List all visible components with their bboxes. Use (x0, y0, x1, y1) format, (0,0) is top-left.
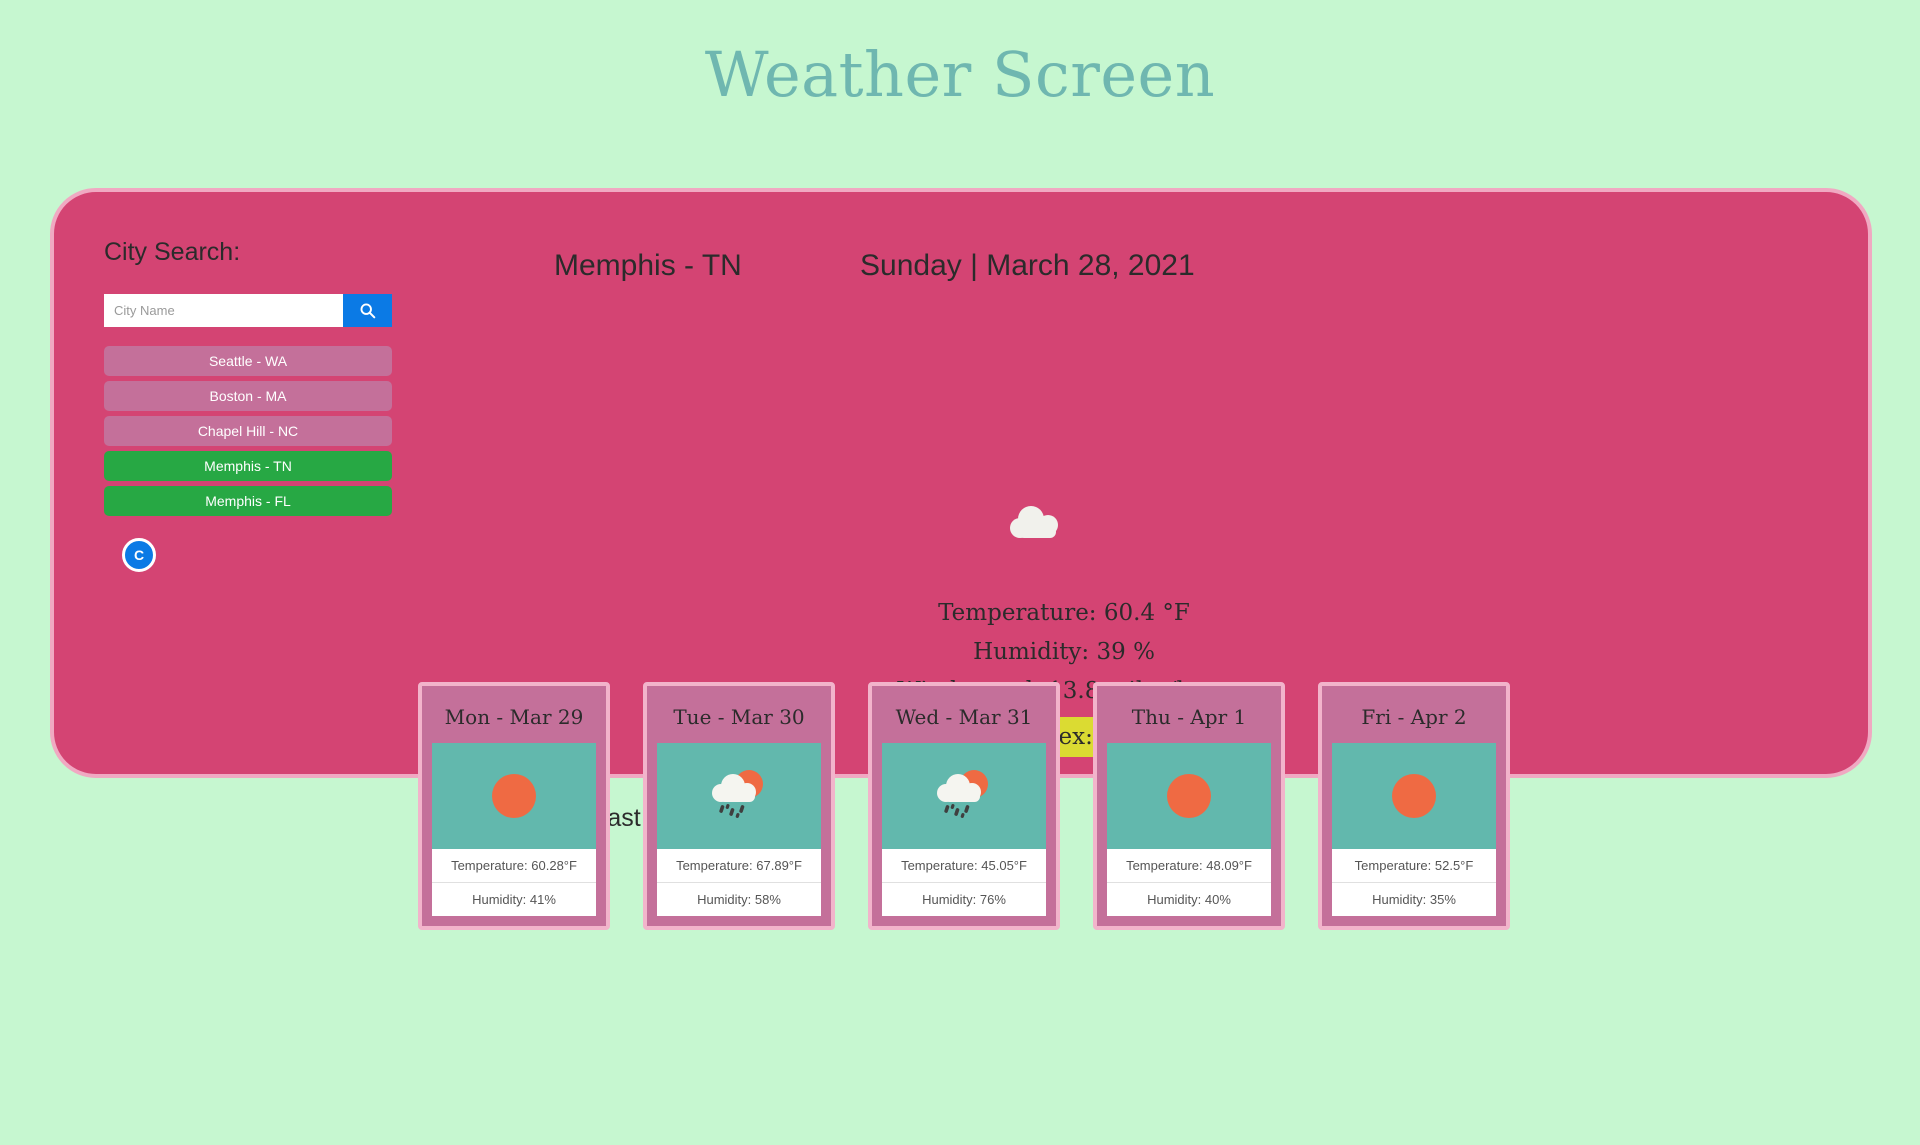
city-list-item[interactable]: Chapel Hill - NC (104, 416, 392, 446)
forecast-humidity: Humidity: 41% (432, 882, 596, 916)
city-list-item[interactable]: Seattle - WA (104, 346, 392, 376)
forecast-card[interactable]: Mon - Mar 29 Temperature: 60.28°F Humidi… (418, 682, 610, 930)
current-temperature: Temperature: 60.4 °F (938, 600, 1190, 626)
page-title: Weather Screen (704, 38, 1216, 111)
search-input[interactable] (104, 294, 343, 327)
cloud-icon (1006, 502, 1068, 546)
unit-toggle-button[interactable]: C (122, 538, 156, 572)
current-humidity: Humidity: 39 % (973, 639, 1155, 665)
sun-rain-icon (882, 743, 1046, 849)
forecast-humidity: Humidity: 40% (1107, 882, 1271, 916)
sun-icon (1107, 743, 1271, 849)
forecast-temperature: Temperature: 52.5°F (1332, 849, 1496, 882)
forecast-date: Wed - Mar 31 (895, 705, 1033, 729)
forecast-date: Tue - Mar 30 (673, 705, 805, 729)
forecast-temperature: Temperature: 67.89°F (657, 849, 821, 882)
city-list-item[interactable]: Memphis - TN (104, 451, 392, 481)
forecast-card[interactable]: Fri - Apr 2 Temperature: 52.5°F Humidity… (1318, 682, 1510, 930)
forecast-card[interactable]: Wed - Mar 31 Temperature: 45.05°F Humidi… (868, 682, 1060, 930)
sun-icon (432, 743, 596, 849)
city-search-heading: City Search: (104, 238, 241, 266)
sun-rain-icon (657, 743, 821, 849)
forecast-list: Mon - Mar 29 Temperature: 60.28°F Humidi… (418, 682, 1510, 930)
city-list-item[interactable]: Boston - MA (104, 381, 392, 411)
search-button[interactable] (343, 294, 392, 327)
forecast-date: Thu - Apr 1 (1131, 705, 1247, 729)
city-search-row (104, 294, 392, 327)
weather-screen: Weather Screen City Search: Seattle - WA (0, 0, 1920, 1145)
forecast-card[interactable]: Thu - Apr 1 Temperature: 48.09°F Humidit… (1093, 682, 1285, 930)
forecast-temperature: Temperature: 60.28°F (432, 849, 596, 882)
search-icon (359, 302, 376, 319)
forecast-temperature: Temperature: 48.09°F (1107, 849, 1271, 882)
forecast-card[interactable]: Tue - Mar 30 Temperature: 67.89°F Humidi… (643, 682, 835, 930)
city-list: Seattle - WA Boston - MA Chapel Hill - N… (104, 346, 392, 516)
current-date-label: Sunday | March 28, 2021 (860, 249, 1195, 282)
forecast-humidity: Humidity: 35% (1332, 882, 1496, 916)
forecast-humidity: Humidity: 76% (882, 882, 1046, 916)
forecast-humidity: Humidity: 58% (657, 882, 821, 916)
forecast-date: Fri - Apr 2 (1361, 705, 1467, 729)
current-city-label: Memphis - TN (554, 249, 742, 282)
sun-icon (1332, 743, 1496, 849)
city-search-section: City Search: Seattle - WA Boston - MA Ch… (104, 238, 404, 572)
city-list-item[interactable]: Memphis - FL (104, 486, 392, 516)
forecast-date: Mon - Mar 29 (444, 705, 584, 729)
forecast-temperature: Temperature: 45.05°F (882, 849, 1046, 882)
